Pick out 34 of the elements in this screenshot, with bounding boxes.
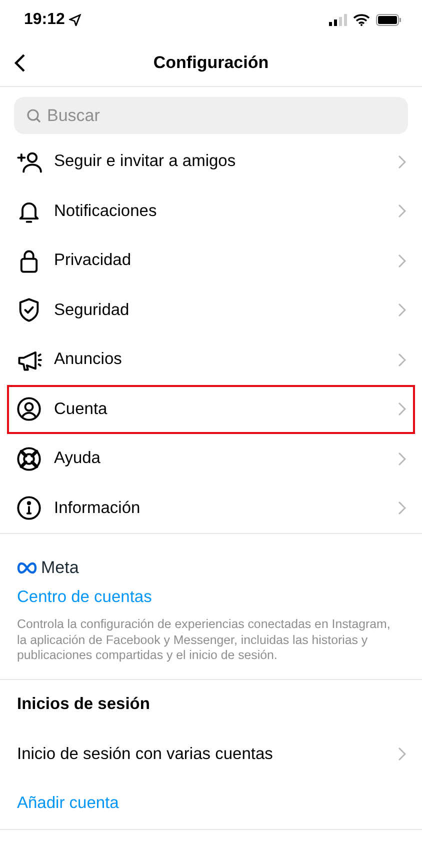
settings-item[interactable]: Anuncios [0,335,422,384]
status-time: 19:12 [24,11,65,29]
settings-item[interactable]: Información [0,484,422,533]
settings-item[interactable]: Cuenta [7,384,415,434]
signal-icon [329,14,347,26]
settings-item[interactable]: Notificaciones [0,186,422,236]
chevron-right-icon [398,747,406,762]
location-arrow-icon [68,14,81,26]
chevron-right-icon [398,501,406,516]
page-title: Configuración [153,53,269,73]
chevron-right-icon [398,452,406,466]
chevron-right-icon [398,204,406,218]
chevron-right-icon [398,402,406,416]
chevron-right-icon [398,154,406,169]
battery-icon [376,14,402,26]
settings-item[interactable]: Inicio de sesión con varias cuentas [0,730,422,779]
brand-name: Meta [41,558,79,578]
info-icon [16,495,42,522]
lifebuoy-icon [16,446,42,472]
settings-item[interactable]: Seguir e invitar a amigos [0,137,422,186]
person-circle-icon [16,396,42,422]
settings-item[interactable]: Ayuda [0,434,422,484]
chevron-right-icon [398,303,406,318]
back-icon [14,53,26,73]
search-icon [27,109,41,123]
settings-item[interactable]: Seguridad [0,286,422,335]
chevron-right-icon [398,352,406,367]
infinity-logo-icon [17,562,37,574]
search-field[interactable]: Buscar [14,97,408,134]
section-heading: Inicios de sesión [16,694,151,715]
settings-item[interactable]: Privacidad [0,236,422,286]
accounts-center-description: Controla la configuración de experiencias conectadas en Instagram, la aplicación de Facebook y Messenger, incluidas las historias y publicaciones compartidas y el inicio de sesión. [17,617,392,664]
wifi-icon [353,14,370,26]
chevron-right-icon [398,254,406,268]
